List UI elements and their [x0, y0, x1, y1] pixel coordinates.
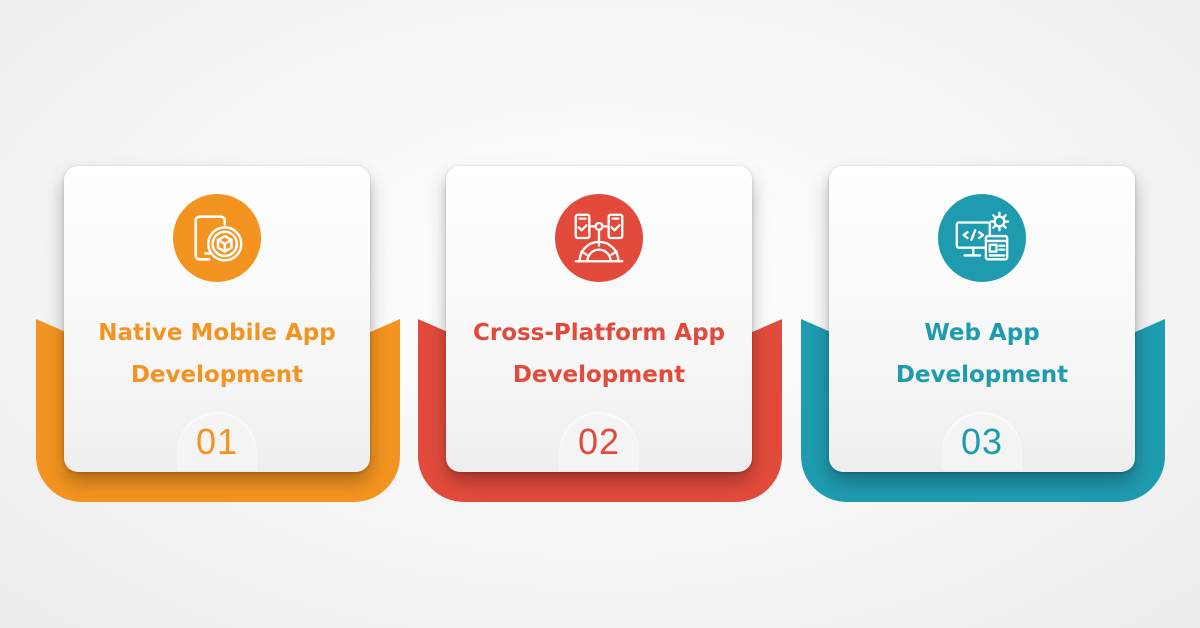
web-code-gear-icon [955, 211, 1010, 261]
title-line-2: Development [512, 362, 686, 388]
service-card: Native Mobile App Development 01 [64, 166, 370, 472]
service-number: 01 [195, 421, 239, 462]
title-line-2: Development [130, 362, 304, 388]
service-card: Cross-Platform App Development 02 [446, 166, 752, 472]
service-cross-platform: Cross-Platform App Development 02 [418, 0, 788, 628]
title-line-1: Native Mobile App [98, 320, 336, 346]
title-line-1: Web App [924, 320, 1040, 346]
service-web-app: Web App Development 03 [801, 0, 1171, 628]
service-title: Cross-Platform App Development [452, 312, 746, 396]
title-line-1: Cross-Platform App [472, 320, 726, 346]
service-card: Web App Development 03 [829, 166, 1135, 472]
service-title: Native Mobile App Development [70, 312, 364, 396]
service-native-mobile: Native Mobile App Development 01 [36, 0, 406, 628]
service-number: 02 [577, 421, 621, 462]
icon-circle [173, 194, 261, 282]
service-title: Web App Development [835, 312, 1129, 396]
service-number: 03 [960, 421, 1004, 462]
icon-circle [938, 194, 1026, 282]
title-line-2: Development [895, 362, 1069, 388]
cross-platform-sync-icon [574, 213, 624, 263]
icon-circle [555, 194, 643, 282]
mobile-cube-icon [194, 215, 243, 262]
